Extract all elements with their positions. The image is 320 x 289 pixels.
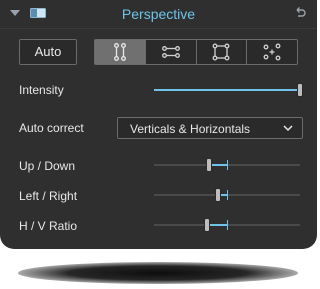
hv-ratio-label: H / V Ratio [19,219,78,233]
intensity-slider[interactable] [154,82,303,98]
auto-correct-label: Auto correct [19,121,84,135]
slider-thumb[interactable] [297,83,303,97]
chevron-down-icon [283,125,293,132]
up-down-slider[interactable] [154,157,300,173]
slider-thumb[interactable] [214,188,221,202]
rectangle-guides-icon [212,43,230,61]
reset-icon[interactable] [293,5,307,19]
header-divider [0,28,317,29]
point-guides-icon [263,43,281,61]
slider-thumb[interactable] [205,158,212,172]
panel-title: Perspective [121,6,196,22]
guide-mode-selector [94,39,298,65]
guide-mode-vertical[interactable] [95,40,146,64]
slider-thumb[interactable] [204,218,211,232]
hv-ratio-slider[interactable] [154,217,300,233]
vertical-guides-icon [113,43,126,61]
intensity-label: Intensity [19,83,64,97]
up-down-label: Up / Down [19,159,76,173]
guide-mode-horizontal[interactable] [146,40,197,64]
perspective-panel: Perspective Auto Intensity Auto correct … [0,0,317,249]
guide-mode-rectangle[interactable] [197,40,248,64]
auto-correct-value: Verticals & Horizontals [130,122,251,136]
left-right-label: Left / Right [19,189,78,203]
panel-drop-shadow [18,262,298,284]
auto-correct-dropdown[interactable]: Verticals & Horizontals [117,117,303,139]
slider-center-tick [227,220,228,230]
auto-button[interactable]: Auto [19,39,77,65]
left-right-slider[interactable] [154,187,300,203]
guide-mode-points[interactable] [247,40,297,64]
slider-fill [207,224,227,226]
horizontal-guides-icon [161,46,180,58]
slider-center-tick [227,160,228,170]
slider-center-tick [227,190,228,200]
panel-header: Perspective [0,0,317,28]
slider-fill [154,89,300,91]
